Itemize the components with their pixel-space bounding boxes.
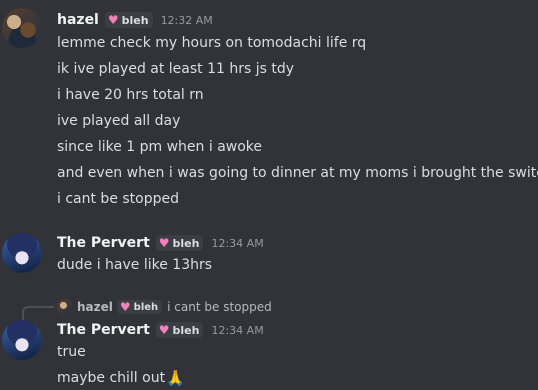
tag-label: bleh — [133, 301, 159, 313]
message-line: i have 20 hrs total rn — [57, 87, 204, 103]
folded-hands-emoji: 🙏 — [166, 369, 185, 387]
timestamp[interactable]: 12:34 AM — [211, 324, 263, 337]
reply-avatar — [57, 299, 73, 315]
message-line: dude i have like 13hrs — [57, 257, 213, 273]
timestamp[interactable]: 12:34 AM — [211, 237, 263, 250]
username[interactable]: The Pervert — [57, 235, 150, 251]
heart-icon: ♥ — [107, 13, 119, 27]
avatar[interactable] — [2, 320, 42, 360]
avatar[interactable] — [2, 233, 42, 273]
heart-icon: ♥ — [158, 323, 170, 337]
username[interactable]: The Pervert — [57, 322, 150, 338]
reply-preview-text[interactable]: i cant be stopped — [167, 300, 272, 314]
message-line: lemme check my hours on tomodachi life r… — [57, 35, 367, 51]
reply-reference[interactable]: hazel ♥ bleh i cant be stopped — [57, 298, 272, 316]
avatar[interactable] — [2, 8, 42, 48]
message-line: maybe chill out🙏 — [57, 368, 185, 388]
tag-label: bleh — [121, 13, 149, 27]
tag-label: bleh — [172, 323, 200, 337]
server-tag[interactable]: ♥ bleh — [104, 12, 153, 28]
timestamp[interactable]: 12:32 AM — [161, 14, 213, 27]
heart-icon: ♥ — [119, 300, 131, 314]
message-line: ik ive played at least 11 hrs js tdy — [57, 61, 295, 77]
message-line: ive played all day — [57, 113, 181, 129]
message-text: maybe chill out — [57, 370, 166, 386]
message-header: The Pervert ♥ bleh 12:34 AM — [57, 233, 264, 253]
reply-username[interactable]: hazel — [77, 300, 113, 314]
message-line: since like 1 pm when i awoke — [57, 139, 263, 155]
message-line: true — [57, 344, 86, 360]
message-header: The Pervert ♥ bleh 12:34 AM — [57, 320, 264, 340]
message-line: i cant be stopped — [57, 191, 180, 207]
message-header: hazel ♥ bleh 12:32 AM — [57, 10, 213, 30]
heart-icon: ♥ — [158, 236, 170, 250]
server-tag[interactable]: ♥ bleh — [155, 235, 204, 251]
reply-server-tag: ♥ bleh — [116, 300, 163, 314]
message-line: and even when i was going to dinner at m… — [57, 165, 538, 181]
tag-label: bleh — [172, 236, 200, 250]
username[interactable]: hazel — [57, 12, 99, 28]
server-tag[interactable]: ♥ bleh — [155, 322, 204, 338]
